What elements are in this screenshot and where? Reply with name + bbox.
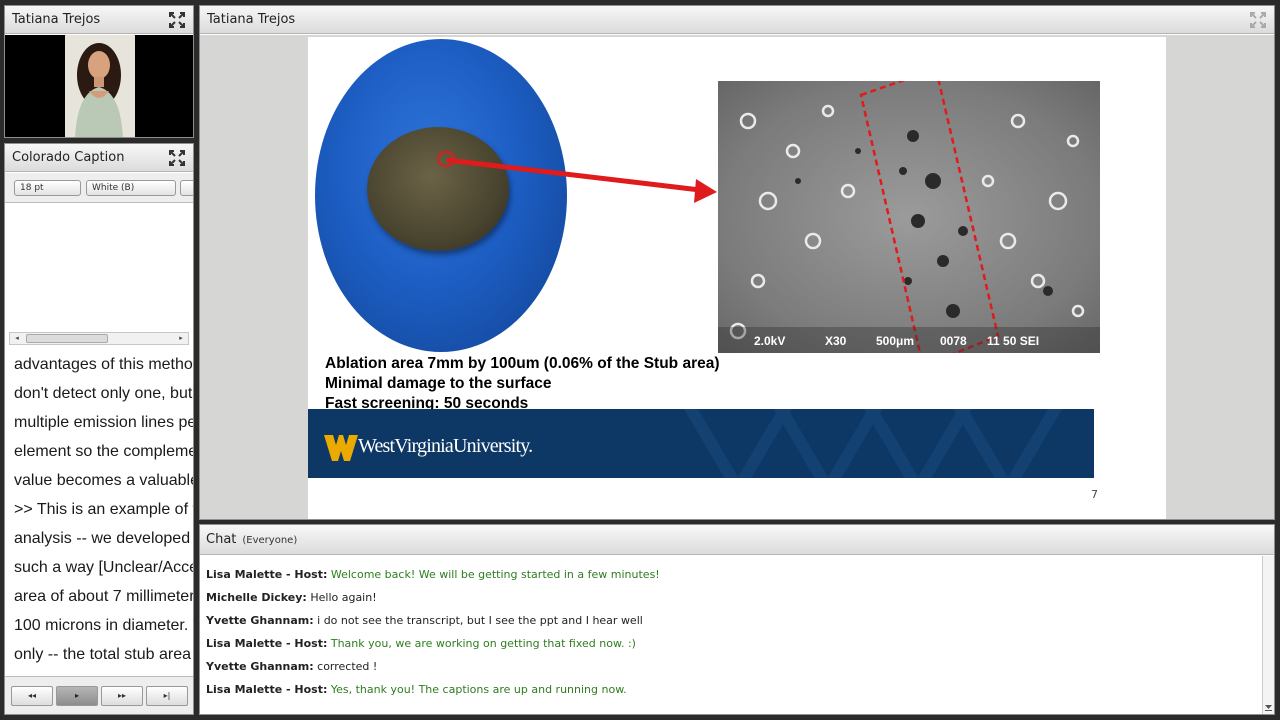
- sem-voltage-label: 2.0kV: [754, 334, 786, 348]
- caption-line: advantages of this method is we: [14, 356, 193, 373]
- caption-line: element so the complementary: [14, 443, 193, 460]
- chat-text: Welcome back! We will be getting started…: [330, 568, 660, 581]
- rewind-button[interactable]: ◂◂: [11, 686, 53, 706]
- webcam-video: [5, 35, 193, 137]
- caption-line: analysis -- we developed: [14, 530, 191, 547]
- caption-player-controls: ◂◂ ▸ ▸▸ ▸|: [5, 676, 193, 714]
- chat-message: Yvette Ghannam: corrected !: [206, 655, 1262, 678]
- chat-message: Yvette Ghannam: i do not see the transcr…: [206, 609, 1262, 632]
- color-select[interactable]: White (B): [86, 180, 176, 196]
- caption-toolbar: 18 pt White (B): [5, 173, 193, 203]
- scroll-right-icon[interactable]: ▸: [175, 333, 187, 344]
- caption-line: such a way [Unclear/Accent] an: [14, 559, 193, 576]
- chat-pod-title: Chat: [206, 532, 237, 547]
- scroll-down-icon[interactable]: [1264, 703, 1273, 712]
- wvu-banner: WestVirginiaUniversity.: [308, 409, 1094, 478]
- sem-id-label: 0078: [940, 334, 967, 348]
- caption-pod-header: Colorado Caption: [5, 144, 193, 172]
- extra-select[interactable]: [180, 180, 193, 196]
- chat-pod: Chat (Everyone) Lisa Malette - Host: Welc…: [199, 524, 1275, 715]
- caption-line: area of about 7 millimeters by: [14, 588, 193, 605]
- camera-pod-header: Tatiana Trejos: [5, 6, 193, 34]
- wvu-logo-icon: [324, 435, 358, 461]
- caption-line: multiple emission lines per: [14, 414, 193, 431]
- bullet-line: Ablation area 7mm by 100um (0.06% of the…: [325, 355, 720, 372]
- wvu-wordmark: WestVirginiaUniversity.: [358, 435, 533, 457]
- slide-page-number: 7: [1091, 488, 1098, 501]
- chat-text: Hello again!: [310, 591, 377, 604]
- chat-text: i do not see the transcript, but I see t…: [317, 614, 643, 627]
- chat-text: corrected !: [317, 660, 378, 673]
- chat-text: Yes, thank you! The captions are up and …: [330, 683, 627, 696]
- chat-sender: Yvette Ghannam:: [206, 660, 314, 673]
- slide-bullets: Ablation area 7mm by 100um (0.06% of the…: [325, 354, 720, 414]
- bullet-line: Minimal damage to the surface: [325, 375, 552, 392]
- skip-end-button[interactable]: ▸|: [146, 686, 188, 706]
- caption-pod-title: Colorado Caption: [12, 150, 125, 165]
- speaker-photo: [65, 35, 135, 137]
- chat-audience: (Everyone): [242, 535, 298, 546]
- fast-forward-button[interactable]: ▸▸: [101, 686, 143, 706]
- chat-message: Lisa Malette - Host: Yes, thank you! The…: [206, 678, 1262, 701]
- camera-pod-title: Tatiana Trejos: [12, 12, 101, 27]
- caption-line: 100 microns in diameter. We are: [14, 617, 193, 634]
- chat-message: Lisa Malette - Host: Thank you, we are w…: [206, 632, 1262, 655]
- chat-text: Thank you, we are working on getting tha…: [330, 637, 636, 650]
- chat-sender: Lisa Malette - Host:: [206, 637, 328, 650]
- caption-line: don't detect only one, but: [14, 385, 193, 402]
- chat-sender: Lisa Malette - Host:: [206, 568, 328, 581]
- sem-mode-label: 11 50 SEI: [987, 334, 1040, 348]
- caption-transcript: advantages of this method is we don't det…: [5, 347, 193, 676]
- chat-sender: Lisa Malette - Host:: [206, 683, 328, 696]
- chat-pod-header: Chat (Everyone): [200, 525, 1274, 555]
- sem-micrograph: 2.0kV X30 500μm 0078 11 50 SEI: [718, 81, 1100, 353]
- share-pod-title: Tatiana Trejos: [207, 12, 296, 27]
- chat-sender: Yvette Ghannam:: [206, 614, 314, 627]
- caption-line: value becomes a valuable: [14, 472, 193, 489]
- font-size-select[interactable]: 18 pt: [14, 180, 81, 196]
- play-button[interactable]: ▸: [56, 686, 98, 706]
- chat-messages: Lisa Malette - Host: Welcome back! We wi…: [200, 556, 1262, 714]
- fullscreen-icon[interactable]: [168, 149, 186, 167]
- scroll-thumb[interactable]: [26, 334, 108, 343]
- chat-scrollbar[interactable]: [1262, 556, 1274, 714]
- caption-pod: Colorado Caption 18 pt White (B) ◂ ▸ adv…: [4, 143, 194, 715]
- scroll-left-icon[interactable]: ◂: [11, 333, 23, 344]
- share-pod-header: Tatiana Trejos: [200, 6, 1274, 34]
- share-pod: Tatiana Trejos 2.0kV X30 500μm 0078 11 5…: [199, 5, 1275, 520]
- sem-magnification-label: X30: [825, 334, 847, 348]
- camera-pod: Tatiana Trejos: [4, 5, 194, 138]
- share-stage: 2.0kV X30 500μm 0078 11 50 SEI Ablation …: [200, 35, 1274, 519]
- presentation-slide: 2.0kV X30 500μm 0078 11 50 SEI Ablation …: [308, 37, 1166, 519]
- chat-message: Lisa Malette - Host: Welcome back! We wi…: [206, 563, 1262, 586]
- sem-texture: [729, 81, 1085, 353]
- fullscreen-icon[interactable]: [168, 11, 186, 29]
- chat-message: Michelle Dickey: Hello again!: [206, 586, 1262, 609]
- caption-hscrollbar[interactable]: ◂ ▸: [9, 332, 189, 345]
- sem-scale-label: 500μm: [876, 334, 915, 348]
- caption-line: >> This is an example of the: [14, 501, 193, 518]
- fullscreen-icon[interactable]: [1249, 11, 1267, 29]
- caption-line: only -- the total stub area so: [14, 646, 193, 663]
- chat-sender: Michelle Dickey:: [206, 591, 307, 604]
